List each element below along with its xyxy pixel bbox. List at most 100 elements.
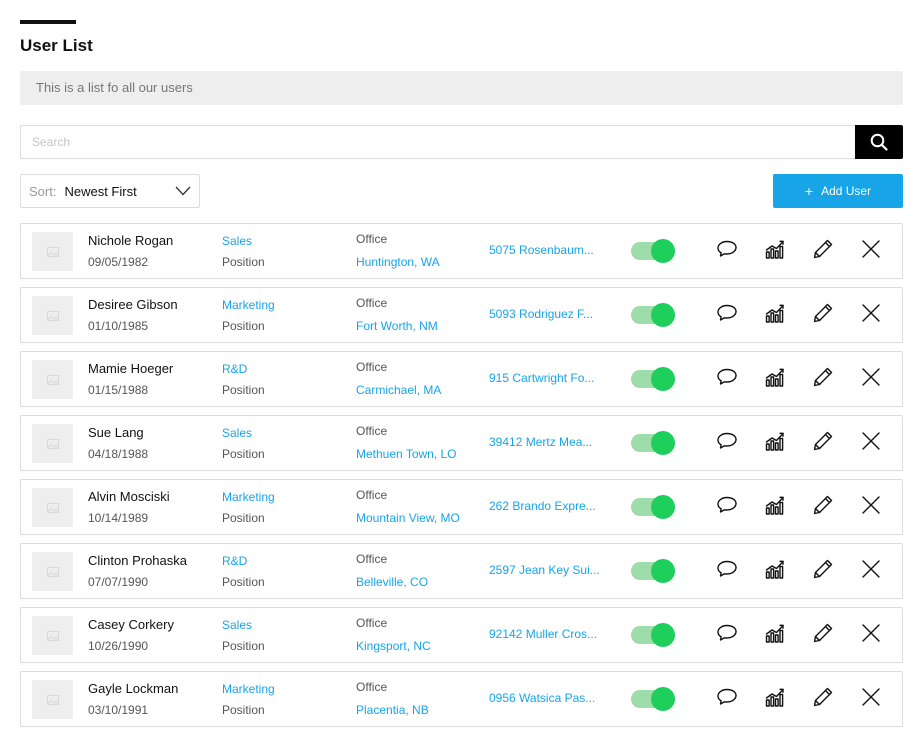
close-icon — [860, 430, 882, 457]
stats-button[interactable] — [762, 366, 788, 392]
active-toggle[interactable] — [631, 367, 675, 391]
search-input[interactable] — [21, 126, 855, 158]
add-user-button[interactable]: + Add User — [773, 174, 903, 208]
user-row: Nichole Rogan 09/05/1982 Sales Position … — [20, 223, 903, 279]
edit-button[interactable] — [810, 494, 836, 520]
toggle-knob — [651, 239, 675, 263]
active-toggle[interactable] — [631, 431, 675, 455]
stats-button[interactable] — [762, 558, 788, 584]
user-department-link[interactable]: Sales — [222, 426, 252, 440]
edit-button[interactable] — [810, 558, 836, 584]
user-position: Position — [222, 255, 265, 269]
delete-button[interactable] — [858, 558, 884, 584]
edit-button[interactable] — [810, 238, 836, 264]
avatar-placeholder-icon — [32, 296, 73, 335]
stats-button[interactable] — [762, 494, 788, 520]
edit-button[interactable] — [810, 366, 836, 392]
avatar-placeholder-icon — [32, 360, 73, 399]
active-toggle[interactable] — [631, 495, 675, 519]
pencil-icon — [812, 494, 834, 521]
message-button[interactable] — [714, 430, 740, 456]
delete-button[interactable] — [858, 238, 884, 264]
active-toggle[interactable] — [631, 559, 675, 583]
user-address-link[interactable]: 2597 Jean Key Sui... — [489, 563, 601, 577]
edit-button[interactable] — [810, 302, 836, 328]
delete-button[interactable] — [858, 366, 884, 392]
close-icon — [860, 366, 882, 393]
user-department-link[interactable]: Marketing — [222, 682, 275, 696]
user-department-link[interactable]: R&D — [222, 362, 247, 376]
delete-button[interactable] — [858, 430, 884, 456]
user-address-link[interactable]: 5075 Rosenbaum... — [489, 243, 601, 257]
user-location-link[interactable]: Carmichael, MA — [356, 383, 441, 397]
sort-dropdown[interactable]: Sort: Newest First — [20, 174, 200, 208]
stats-button[interactable] — [762, 302, 788, 328]
user-position: Position — [222, 703, 265, 717]
user-row: Alvin Mosciski 10/14/1989 Marketing Posi… — [20, 479, 903, 535]
user-address-link[interactable]: 39412 Mertz Mea... — [489, 435, 601, 449]
avatar-placeholder-icon — [32, 616, 73, 655]
user-department-link[interactable]: Marketing — [222, 490, 275, 504]
office-label: Office — [356, 616, 388, 630]
user-address-link[interactable]: 262 Brando Expre... — [489, 499, 601, 513]
user-location-link[interactable]: Kingsport, NC — [356, 639, 431, 653]
close-icon — [860, 622, 882, 649]
user-department-link[interactable]: Sales — [222, 234, 252, 248]
delete-button[interactable] — [858, 622, 884, 648]
search-button[interactable] — [855, 125, 903, 159]
user-position: Position — [222, 447, 265, 461]
user-row: Gayle Lockman 03/10/1991 Marketing Posit… — [20, 671, 903, 727]
stats-button[interactable] — [762, 622, 788, 648]
user-dob: 07/07/1990 — [88, 575, 149, 589]
user-address-link[interactable]: 915 Cartwright Fo... — [489, 371, 601, 385]
page-title: User List — [20, 36, 93, 55]
close-icon — [860, 558, 882, 585]
user-dob: 09/05/1982 — [88, 255, 149, 269]
user-address-link[interactable]: 92142 Muller Cros... — [489, 627, 601, 641]
chat-bubble-icon — [716, 367, 738, 392]
user-address-link[interactable]: 0956 Watsica Pas... — [489, 691, 601, 705]
delete-button[interactable] — [858, 494, 884, 520]
message-button[interactable] — [714, 366, 740, 392]
message-button[interactable] — [714, 622, 740, 648]
active-toggle[interactable] — [631, 623, 675, 647]
edit-button[interactable] — [810, 622, 836, 648]
chat-bubble-icon — [716, 303, 738, 328]
pencil-icon — [812, 238, 834, 265]
office-label: Office — [356, 360, 388, 374]
chart-icon — [764, 622, 786, 649]
stats-button[interactable] — [762, 238, 788, 264]
chart-icon — [764, 430, 786, 457]
avatar-placeholder-icon — [32, 424, 73, 463]
active-toggle[interactable] — [631, 303, 675, 327]
avatar-placeholder-icon — [32, 552, 73, 591]
user-location-link[interactable]: Mountain View, MO — [356, 511, 460, 525]
stats-button[interactable] — [762, 686, 788, 712]
delete-button[interactable] — [858, 686, 884, 712]
message-button[interactable] — [714, 494, 740, 520]
user-position: Position — [222, 639, 265, 653]
sort-label: Sort: — [29, 183, 57, 199]
user-address-link[interactable]: 5093 Rodriguez F... — [489, 307, 601, 321]
user-location-link[interactable]: Methuen Town, LO — [356, 447, 457, 461]
delete-button[interactable] — [858, 302, 884, 328]
user-department-link[interactable]: R&D — [222, 554, 247, 568]
message-button[interactable] — [714, 558, 740, 584]
chat-bubble-icon — [716, 495, 738, 520]
user-department-link[interactable]: Sales — [222, 618, 252, 632]
message-button[interactable] — [714, 302, 740, 328]
active-toggle[interactable] — [631, 239, 675, 263]
message-button[interactable] — [714, 238, 740, 264]
user-location-link[interactable]: Huntington, WA — [356, 255, 440, 269]
user-location-link[interactable]: Fort Worth, NM — [356, 319, 438, 333]
stats-button[interactable] — [762, 430, 788, 456]
edit-button[interactable] — [810, 430, 836, 456]
message-button[interactable] — [714, 686, 740, 712]
user-department-link[interactable]: Marketing — [222, 298, 275, 312]
active-toggle[interactable] — [631, 687, 675, 711]
user-location-link[interactable]: Placentia, NB — [356, 703, 429, 717]
toggle-knob — [651, 303, 675, 327]
edit-button[interactable] — [810, 686, 836, 712]
avatar-placeholder-icon — [32, 680, 73, 719]
user-location-link[interactable]: Belleville, CO — [356, 575, 428, 589]
